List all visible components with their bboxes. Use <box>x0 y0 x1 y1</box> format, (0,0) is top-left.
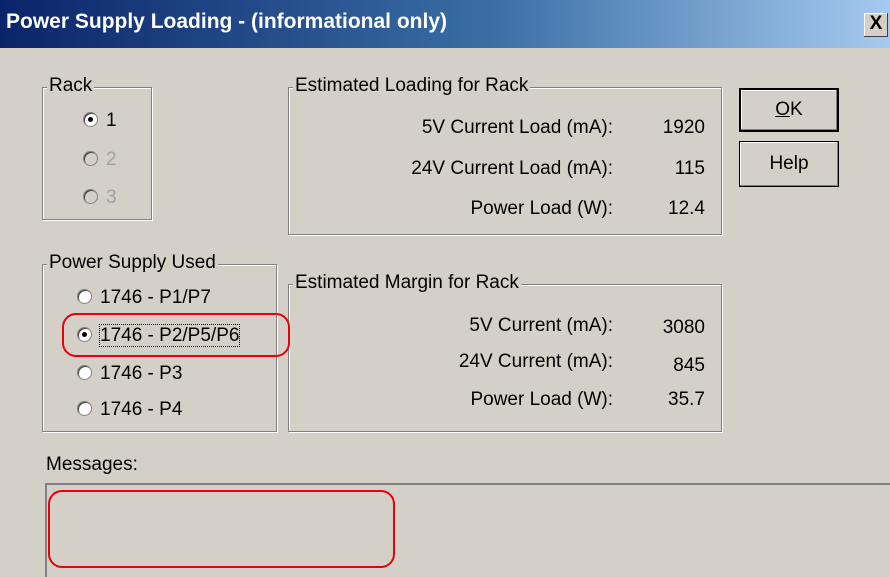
rack-group: Rack 1 2 3 <box>42 75 152 220</box>
power-supply-option-p3[interactable]: 1746 - P3 <box>77 363 182 385</box>
ok-accelerator: O <box>775 99 791 120</box>
margin-24v-label: 24V Current (mA): <box>458 351 613 372</box>
ok-label: K <box>790 99 803 120</box>
annotation-highlight-messages <box>48 490 395 568</box>
rack-group-label: Rack <box>47 75 95 97</box>
radio-disabled-icon <box>83 189 98 204</box>
title-bar: Power Supply Loading - (informational on… <box>0 0 890 48</box>
close-icon: X <box>869 13 883 34</box>
window-title: Power Supply Loading - (informational on… <box>6 10 447 33</box>
power-supply-option-label: 1746 - P4 <box>100 399 183 420</box>
radio-unselected-icon <box>77 289 92 304</box>
rack-option-label: 3 <box>106 187 117 208</box>
margin-power-value: 35.7 <box>668 389 705 410</box>
margin-5v-value: 3080 <box>662 317 705 338</box>
estimated-loading-group: Estimated Loading for Rack 5V Current Lo… <box>288 75 722 235</box>
rack-option-3[interactable]: 3 <box>83 187 117 209</box>
loading-5v-value: 1920 <box>662 117 705 138</box>
radio-unselected-icon <box>77 365 92 380</box>
margin-24v-value: 845 <box>673 355 705 376</box>
radio-unselected-icon <box>77 401 92 416</box>
close-button[interactable]: X <box>864 13 888 37</box>
rack-option-label: 2 <box>106 149 117 170</box>
estimated-margin-label: Estimated Margin for Rack <box>293 272 521 294</box>
power-supply-option-label: 1746 - P1/P7 <box>100 287 211 308</box>
radio-selected-icon <box>83 112 98 127</box>
power-supply-option-p1-p7[interactable]: 1746 - P1/P7 <box>77 287 211 309</box>
power-supply-option-p4[interactable]: 1746 - P4 <box>77 399 182 421</box>
loading-24v-label: 24V Current Load (mA): <box>411 158 613 179</box>
rack-option-label: 1 <box>106 110 117 131</box>
radio-disabled-icon <box>83 151 98 166</box>
ok-button[interactable]: OK <box>739 88 839 132</box>
estimated-margin-group: Estimated Margin for Rack 5V Current (mA… <box>288 272 722 432</box>
estimated-loading-label: Estimated Loading for Rack <box>293 75 531 97</box>
margin-power-label: Power Load (W): <box>470 389 613 410</box>
messages-label: Messages: <box>46 454 138 475</box>
power-supply-group-label: Power Supply Used <box>47 252 218 274</box>
loading-power-label: Power Load (W): <box>470 198 613 219</box>
loading-5v-label: 5V Current Load (mA): <box>421 117 613 138</box>
margin-5v-label: 5V Current (mA): <box>469 315 613 336</box>
loading-power-value: 12.4 <box>668 198 705 219</box>
rack-option-1[interactable]: 1 <box>83 110 117 132</box>
rack-option-2[interactable]: 2 <box>83 149 117 171</box>
annotation-highlight-power-supply <box>62 313 290 357</box>
help-label: Help <box>769 153 809 174</box>
power-supply-option-label: 1746 - P3 <box>100 363 183 384</box>
help-button[interactable]: Help <box>739 141 839 187</box>
loading-24v-value: 115 <box>674 158 705 179</box>
